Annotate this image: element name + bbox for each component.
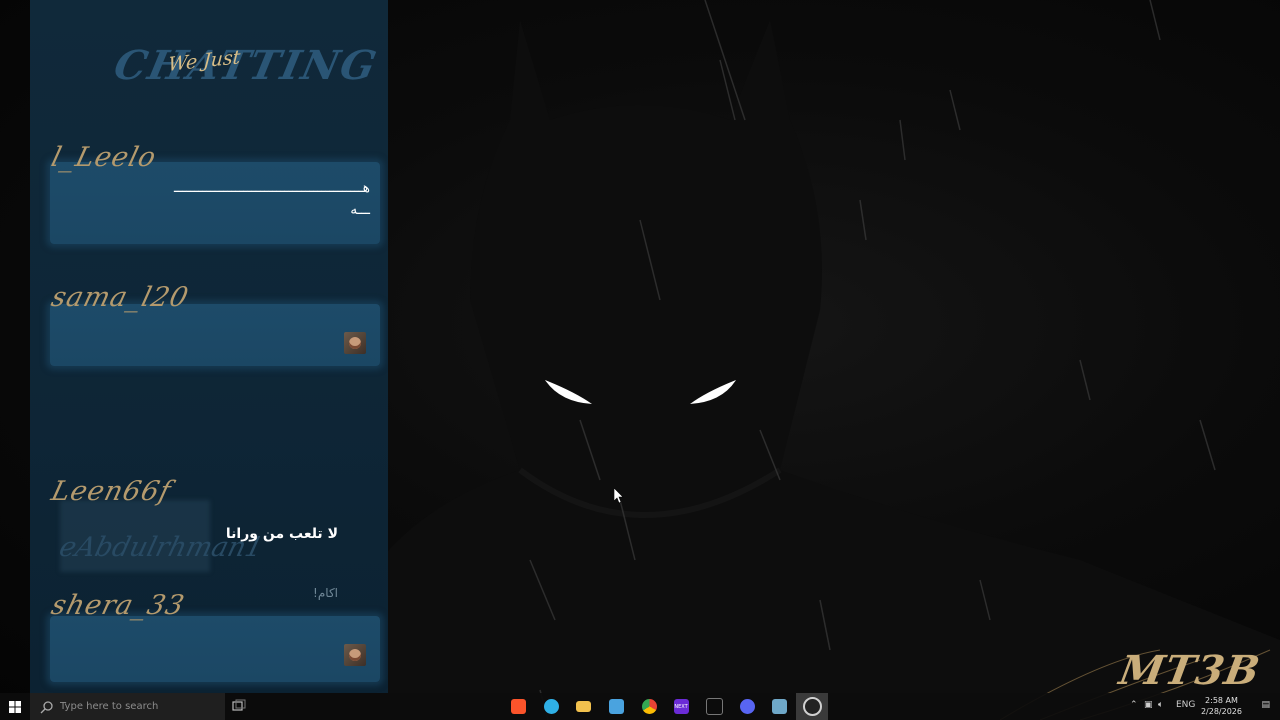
xbox-app-icon[interactable] xyxy=(698,693,730,720)
start-button[interactable] xyxy=(0,693,30,720)
chrome-icon[interactable] xyxy=(633,693,665,720)
system-tray: ⌃ ▣ 🔈︎ ENG 2:58 AM 2/28/2026 ▤ xyxy=(1130,693,1280,720)
discord-icon[interactable] xyxy=(731,693,763,720)
user-face-sticker xyxy=(344,332,366,354)
brave-icon[interactable] xyxy=(502,693,534,720)
windows-logo-icon xyxy=(9,700,21,713)
next-app-icon[interactable]: NEXT xyxy=(665,693,697,720)
search-icon xyxy=(40,700,53,713)
clock-date: 2/28/2026 xyxy=(1200,707,1242,716)
chat-overlay-header: CHATTING We Just xyxy=(30,30,388,100)
message-bubble: هـــــــــــــــــــــــــــــــــــــــ… xyxy=(50,162,380,244)
mouse-cursor-icon xyxy=(614,488,624,504)
store-icon[interactable] xyxy=(600,693,632,720)
notifications-icon[interactable]: ▤ xyxy=(1261,700,1270,710)
message-text: هـــــــــــــــــــــــــــــــــــــــ… xyxy=(173,180,371,196)
message-username: shera_33 xyxy=(48,590,188,621)
search-placeholder: Type here to search xyxy=(60,701,159,712)
message-bubble xyxy=(50,616,380,682)
fading-message-text: اكام! xyxy=(313,586,338,600)
user-face-sticker xyxy=(344,644,366,666)
network-icon[interactable]: ▣ xyxy=(1144,700,1153,710)
edge-icon[interactable] xyxy=(535,693,567,720)
language-indicator[interactable]: ENG xyxy=(1176,700,1195,710)
clock-time: 2:58 AM xyxy=(1205,696,1238,705)
taskbar-clock[interactable]: 2:58 AM 2/28/2026 xyxy=(1201,695,1242,717)
message-username: l_Leelo xyxy=(48,142,160,173)
chat-overlay-panel: CHATTING We Just هــــــــــــــــــــــ… xyxy=(30,0,388,693)
message-username: sama_l20 xyxy=(48,282,193,313)
file-explorer-icon[interactable] xyxy=(567,693,599,720)
message-username: Leen66f xyxy=(48,476,175,507)
chevron-up-icon[interactable]: ⌃ xyxy=(1130,700,1138,710)
message-bubble xyxy=(50,304,380,366)
taskbar: Type here to search NEXT ⌃ ▣ 🔈︎ ENG 2:58… xyxy=(0,693,1280,720)
speaker-icon[interactable]: 🔈︎ xyxy=(1158,700,1163,710)
message-text-line2: ـــه xyxy=(350,202,370,218)
notepad-icon[interactable] xyxy=(763,693,795,720)
wallpaper-signature: MT3B xyxy=(1116,647,1265,694)
header-title-bg: CHATTING xyxy=(110,42,383,89)
taskbar-search-box[interactable]: Type here to search xyxy=(30,693,225,720)
message-text: لا تلعب من ورانا xyxy=(225,526,338,542)
obs-icon[interactable] xyxy=(796,693,828,720)
task-view-icon[interactable] xyxy=(232,699,246,713)
